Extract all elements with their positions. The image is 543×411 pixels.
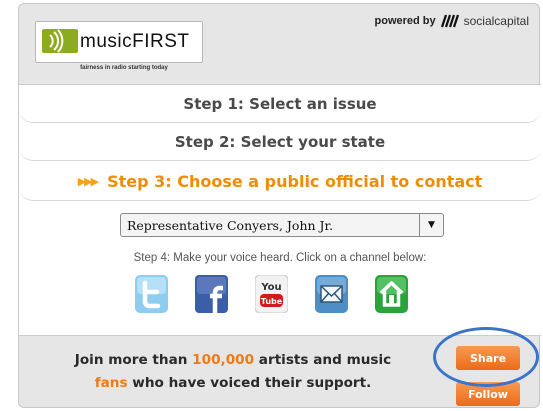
socialcapital-logo-icon — [440, 14, 459, 28]
facebook-icon[interactable] — [195, 275, 228, 313]
sound-waves-icon — [42, 29, 78, 53]
channel-icons: You Tube — [135, 275, 425, 319]
follow-button[interactable]: Follow — [456, 382, 520, 406]
email-icon[interactable] — [315, 275, 348, 313]
musicfirst-logo[interactable]: musicFIRST fairness in radio starting to… — [35, 21, 203, 71]
svg-text:Tube: Tube — [261, 297, 283, 306]
step-3-label: Step 3: Choose a public official to cont… — [107, 172, 483, 191]
widget-header: musicFIRST fairness in radio starting to… — [19, 4, 541, 76]
logo-tagline: fairness in radio starting today — [80, 65, 168, 71]
youtube-icon[interactable]: You Tube — [255, 275, 288, 313]
step-3-choose-official[interactable]: ▶▶▶ Step 3: Choose a public official to … — [19, 163, 541, 201]
home-icon[interactable] — [375, 275, 408, 313]
twitter-icon[interactable] — [135, 275, 168, 313]
step-2-label: Step 2: Select your state — [174, 132, 386, 151]
sharing-widget: musicFIRST fairness in radio starting to… — [18, 3, 541, 408]
dropdown-arrow-icon[interactable]: ▼ — [419, 214, 443, 236]
step-1-select-issue[interactable]: Step 1: Select an issue — [19, 85, 541, 123]
triple-arrow-icon: ▶▶▶ — [77, 175, 99, 188]
step-4-instructions: Step 4: Make your voice heard. Click on … — [133, 252, 427, 264]
supporter-count: 100,000 — [192, 352, 255, 368]
step-1-label: Step 1: Select an issue — [183, 94, 377, 113]
powered-by-label: powered by — [374, 15, 436, 27]
powered-by: powered by socialcapital — [375, 14, 530, 28]
step-2-select-state[interactable]: Step 2: Select your state — [19, 123, 541, 161]
svg-text:You: You — [260, 282, 281, 293]
share-button[interactable]: Share — [456, 346, 520, 370]
official-select[interactable]: Representative Conyers, John Jr. ▼ — [120, 213, 444, 237]
partner-name[interactable]: socialcapital — [464, 14, 529, 28]
steps-panel: Step 1: Select an issue Step 2: Select y… — [19, 84, 541, 336]
logo-wordmark: musicFIRST — [80, 31, 190, 52]
support-message: Join more than 100,000 artists and music… — [74, 352, 392, 391]
official-select-value: Representative Conyers, John Jr. — [127, 218, 334, 233]
